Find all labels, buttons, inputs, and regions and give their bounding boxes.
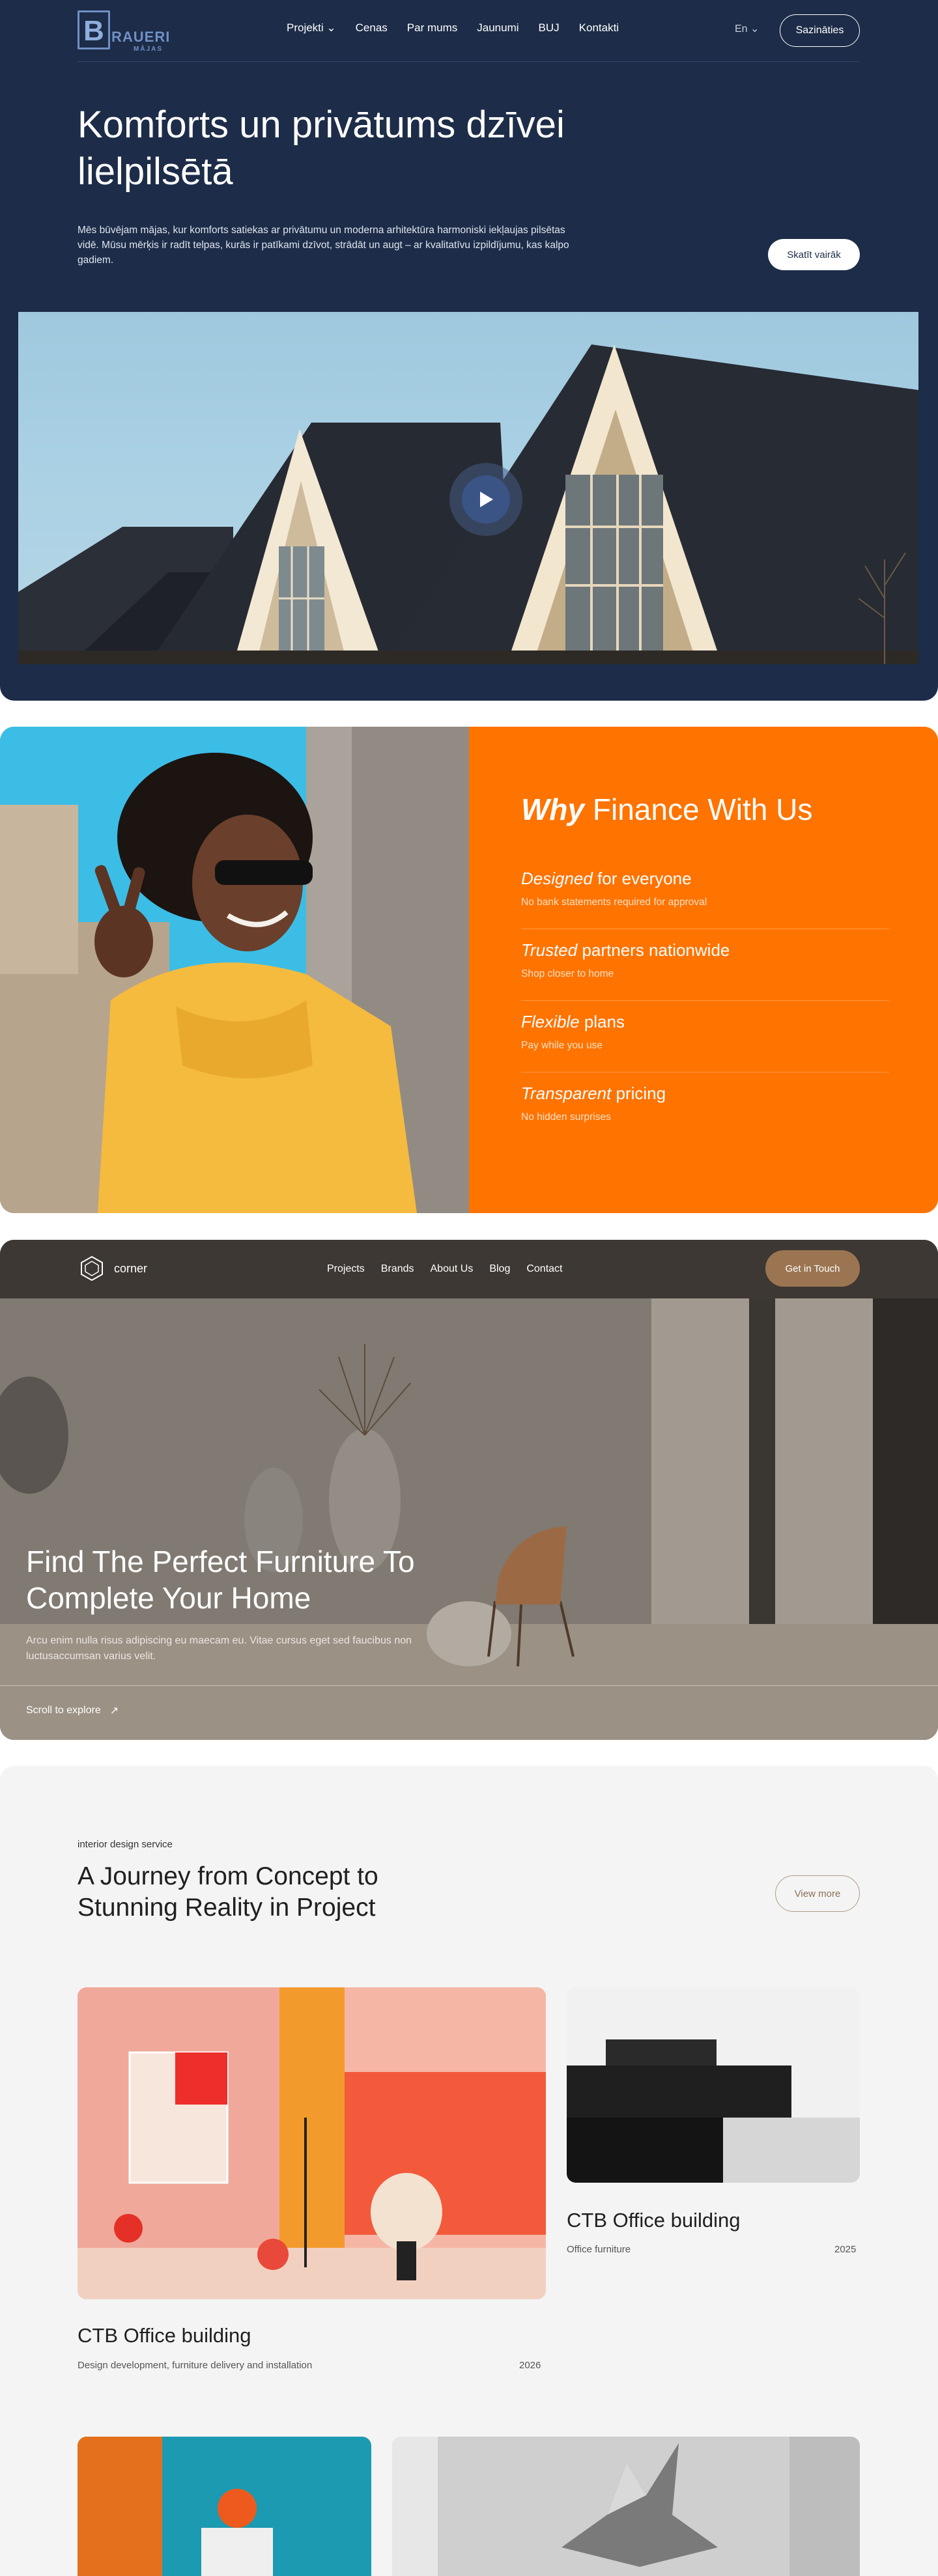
finance-panel: Why Finance With Us Designed for everyon…	[469, 727, 938, 1213]
header-divider	[78, 61, 860, 62]
project-image-teal[interactable]	[78, 2437, 371, 2576]
room-background	[0, 1240, 938, 1740]
section-eyebrow: interior design service	[78, 1839, 173, 1850]
corner-lead: Arcu enim nulla risus adipiscing eu maec…	[26, 1635, 412, 1662]
see-more-button[interactable]: Skatīt vairāk	[768, 239, 860, 270]
room-illustration	[0, 1240, 938, 1740]
nav-about[interactable]: About Us	[431, 1263, 474, 1275]
nav-contact[interactable]: Contact	[526, 1263, 562, 1275]
card-title[interactable]: CTB Office building	[78, 2324, 251, 2347]
projects-section: interior design service A Journey from C…	[0, 1766, 938, 2576]
brauer-hero-section: B RAUERI MĀJAS Projekti ⌄ Cenas Par mums…	[0, 0, 938, 701]
finance-item: Flexible plans Pay while you use	[521, 1012, 889, 1072]
nav-kontakti[interactable]: Kontakti	[579, 21, 619, 35]
view-more-button[interactable]: View more	[775, 1875, 860, 1912]
finance-title: Why Finance With Us	[521, 792, 813, 826]
card-year: 2025	[834, 2244, 857, 2255]
arrow-up-right-icon: ↗	[109, 1705, 119, 1716]
contact-button[interactable]: Sazināties	[780, 14, 860, 47]
finance-item: Transparent pricing No hidden surprises	[521, 1084, 666, 1123]
corner-title: Find The Perfect Furniture To Complete Y…	[26, 1545, 415, 1615]
corner-divider	[0, 1685, 938, 1686]
card-year: 2026	[519, 2360, 541, 2371]
nav-par-mums[interactable]: Par mums	[407, 21, 457, 35]
play-icon	[462, 475, 510, 524]
nav-brands[interactable]: Brands	[381, 1263, 414, 1275]
card-title[interactable]: CTB Office building	[567, 2209, 741, 2232]
project-image-black[interactable]	[567, 1987, 860, 2183]
card-desc: Design development, furniture delivery a…	[78, 2360, 313, 2371]
brauer-logo[interactable]: B RAUERI MĀJAS	[78, 10, 169, 53]
project-image-grey[interactable]	[392, 2437, 860, 2576]
brauer-nav: Projekti ⌄ Cenas Par mums Jaunumi BUJ Ko…	[287, 21, 619, 35]
card-desc: Office furniture	[567, 2244, 631, 2255]
finance-item: Trusted partners nationwide Shop closer …	[521, 940, 889, 1001]
corner-hero-section: corner Projects Brands About Us Blog Con…	[0, 1240, 938, 1740]
finance-section: Why Finance With Us Designed for everyon…	[0, 727, 938, 1213]
hero-lead: Mēs būvējam mājas, kur komforts satiekas…	[78, 225, 569, 266]
project-image-orange[interactable]	[78, 1987, 546, 2299]
nav-cenas[interactable]: Cenas	[356, 21, 388, 35]
corner-nav: Projects Brands About Us Blog Contact	[327, 1263, 562, 1275]
section-title: A Journey from Concept to Stunning Reali…	[78, 1862, 378, 1922]
scroll-to-explore[interactable]: Scroll to explore ↗	[26, 1704, 119, 1717]
nav-buj[interactable]: BUJ	[539, 21, 560, 35]
logo-mark: B	[78, 10, 110, 49]
nav-jaunumi[interactable]: Jaunumi	[477, 21, 519, 35]
get-in-touch-button[interactable]: Get in Touch	[765, 1250, 860, 1287]
page: B RAUERI MĀJAS Projekti ⌄ Cenas Par mums…	[0, 0, 938, 2576]
logo-sub: MĀJAS	[134, 46, 163, 53]
nav-projects[interactable]: Projects	[327, 1263, 365, 1275]
hero-video-image[interactable]	[18, 312, 918, 664]
logo-name: RAUERI	[111, 29, 171, 45]
nav-projekti[interactable]: Projekti ⌄	[287, 21, 336, 35]
language-selector[interactable]: En ⌄	[735, 22, 759, 35]
nav-blog[interactable]: Blog	[489, 1263, 510, 1275]
finance-item: Designed for everyone No bank statements…	[521, 869, 889, 929]
woman-illustration	[0, 727, 469, 1213]
finance-divider	[521, 1000, 889, 1001]
play-button[interactable]	[449, 463, 522, 536]
woman-photo	[0, 727, 469, 1213]
corner-logo[interactable]: corner	[78, 1254, 147, 1283]
corner-logo-icon	[81, 1255, 103, 1281]
page-title: Komforts un privātums dzīvei lielpilsētā	[78, 104, 565, 193]
